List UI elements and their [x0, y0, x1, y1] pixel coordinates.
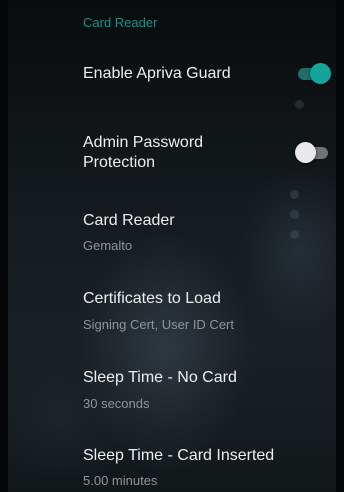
apriva-guard-toggle[interactable] — [295, 63, 331, 85]
setting-title: Card Reader — [83, 212, 175, 229]
setting-title-line1: Admin Password — [83, 134, 204, 151]
settings-list: Card Reader Enable Apriva Guard Admin Pa… — [8, 0, 336, 492]
setting-summary: 30 seconds — [83, 396, 150, 411]
setting-title: Enable Apriva Guard — [83, 65, 231, 82]
setting-title: Certificates to Load — [83, 290, 221, 307]
setting-summary: Gemalto — [83, 238, 133, 253]
setting-title-line2: Protection — [83, 154, 156, 171]
setting-sleep-time-no-card[interactable]: Sleep Time - No Card 30 seconds — [8, 358, 336, 428]
screen-edge-left — [0, 0, 8, 492]
toggle-thumb — [310, 63, 331, 84]
setting-sleep-time-card-inserted[interactable]: Sleep Time - Card Inserted 5.00 minutes — [8, 437, 336, 492]
setting-certificates-to-load[interactable]: Certificates to Load Signing Cert, User … — [8, 279, 336, 349]
setting-summary: 5.00 minutes — [83, 473, 158, 488]
toggle-thumb — [295, 142, 316, 163]
admin-password-toggle[interactable] — [295, 142, 331, 164]
screen-edge-right — [336, 0, 344, 492]
setting-summary: Signing Cert, User ID Cert — [83, 317, 234, 332]
setting-title: Sleep Time - Card Inserted — [83, 447, 275, 464]
setting-title: Sleep Time - No Card — [83, 369, 237, 386]
setting-card-reader[interactable]: Card Reader Gemalto — [8, 200, 336, 270]
setting-admin-password-protection[interactable]: Admin Password Protection — [8, 120, 336, 190]
setting-enable-apriva-guard[interactable]: Enable Apriva Guard — [8, 50, 336, 106]
section-header: Card Reader — [83, 15, 158, 30]
